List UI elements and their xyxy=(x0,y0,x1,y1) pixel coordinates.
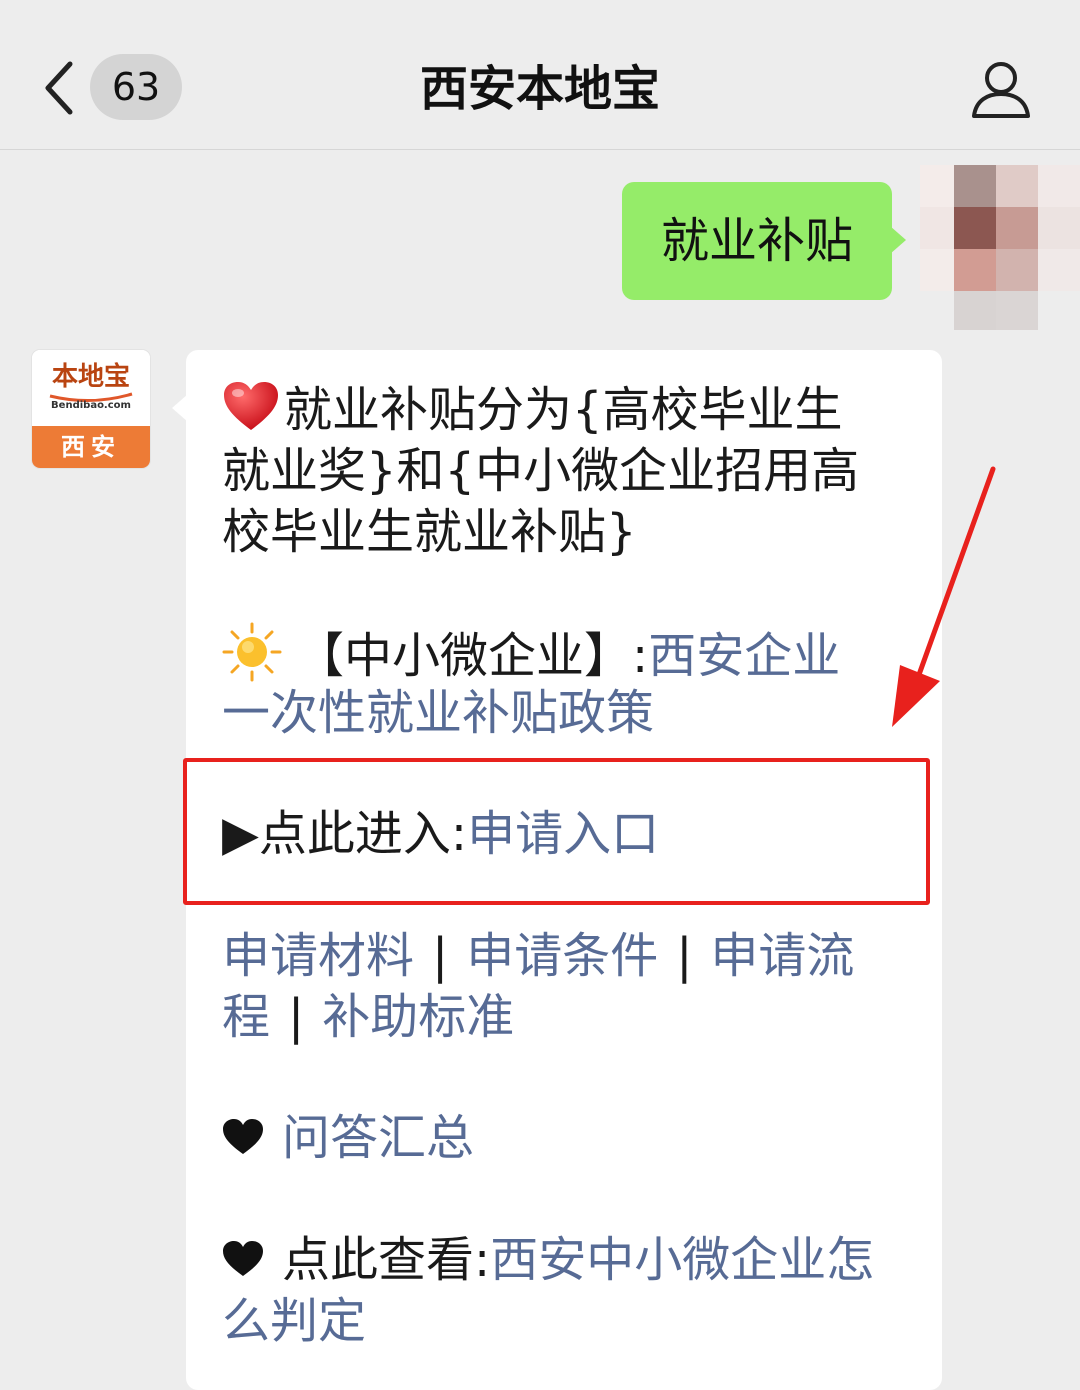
view-line-2: 么判定 xyxy=(222,1291,366,1351)
profile-button[interactable] xyxy=(968,56,1034,122)
sun-icon xyxy=(222,622,282,682)
links-line-2: 程 | 补助标准 xyxy=(222,987,514,1047)
user-avatar[interactable] xyxy=(920,165,1080,330)
intro-text-1: 就业补贴分为{高校毕业生 xyxy=(284,382,843,438)
materials-link[interactable]: 申请材料 xyxy=(222,928,414,984)
separator: | xyxy=(288,989,305,1045)
chat-title: 西安本地宝 xyxy=(419,61,660,117)
standard-link[interactable]: 补助标准 xyxy=(322,989,514,1045)
black-heart-icon xyxy=(223,1119,263,1154)
process-link[interactable]: 申请流 xyxy=(710,928,854,984)
official-account-avatar[interactable]: 本地宝 Bendibao.com 西安 xyxy=(32,350,150,468)
sme-criteria-link-cont[interactable]: 么判定 xyxy=(222,1293,366,1349)
enter-line: ▶点此进入:申请入口 xyxy=(222,804,659,864)
apply-entry-link[interactable]: 申请入口 xyxy=(467,806,659,862)
qa-summary-link[interactable]: 问答汇总 xyxy=(282,1110,474,1166)
intro-line-1: 就业补贴分为{高校毕业生 xyxy=(222,380,843,440)
sme-line: 【中小微企业】:西安企业 xyxy=(222,622,840,686)
red-heart-icon xyxy=(224,382,278,430)
sme-link-line-2: 一次性就业补贴政策 xyxy=(222,683,654,743)
links-line-1: 申请材料 | 申请条件 | 申请流 xyxy=(222,926,854,986)
logo-domain: Bendibao.com xyxy=(51,400,131,411)
red-arrow-annotation xyxy=(892,466,996,727)
person-icon xyxy=(972,62,1030,118)
intro-line-3: 校毕业生就业补贴} xyxy=(222,504,637,560)
chat-header: 63 西安本地宝 xyxy=(0,0,1080,150)
view-label: 点此查看: xyxy=(282,1232,491,1288)
qa-line: 问答汇总 xyxy=(222,1108,474,1168)
process-link-cont[interactable]: 程 xyxy=(222,989,270,1045)
separator: | xyxy=(676,928,693,984)
view-line: 点此查看:西安中小微企业怎 xyxy=(222,1230,874,1290)
sme-policy-link-cont[interactable]: 一次性就业补贴政策 xyxy=(222,685,654,741)
logo-area: 本地宝 Bendibao.com xyxy=(32,350,150,426)
sme-label: 【中小微企业】: xyxy=(296,628,649,684)
black-heart-icon xyxy=(223,1241,263,1276)
sme-criteria-link[interactable]: 西安中小微企业怎 xyxy=(490,1232,874,1288)
sme-policy-link[interactable]: 西安企业 xyxy=(648,628,840,684)
enter-label: ▶点此进入: xyxy=(222,806,468,862)
separator: | xyxy=(432,928,449,984)
city-label: 西安 xyxy=(32,426,150,468)
sent-message-bubble[interactable]: 就业补贴 xyxy=(622,182,906,300)
conditions-link[interactable]: 申请条件 xyxy=(466,928,658,984)
intro-line-2: 就业奖}和{中小微企业招用高 xyxy=(222,443,860,499)
